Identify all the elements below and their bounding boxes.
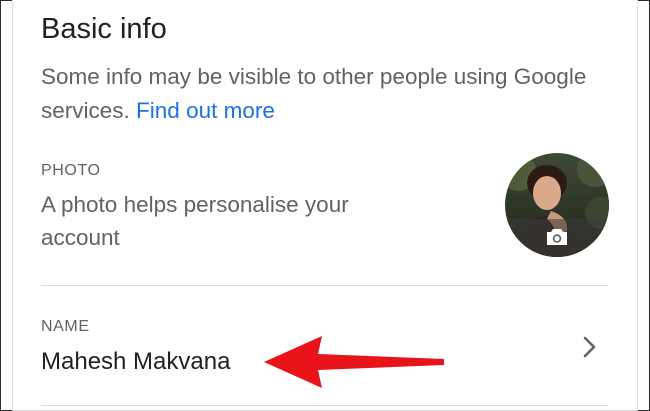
photo-label: PHOTO [41,162,101,179]
find-out-more-link[interactable]: Find out more [136,98,275,123]
section-description-text: Some info may be visible to other people… [41,64,587,123]
profile-photo-button[interactable] [505,153,609,257]
name-value: Mahesh Makvana [41,348,231,375]
annotation-arrow [264,336,444,388]
camera-icon [547,229,567,245]
section-description: Some info may be visible to other people… [41,60,601,128]
divider [41,285,608,286]
photo-description: A photo helps personalise your account [41,192,349,250]
section-title: Basic info [41,13,167,45]
chevron-right-icon [583,336,596,358]
divider [41,405,608,406]
name-label: NAME [41,318,90,335]
